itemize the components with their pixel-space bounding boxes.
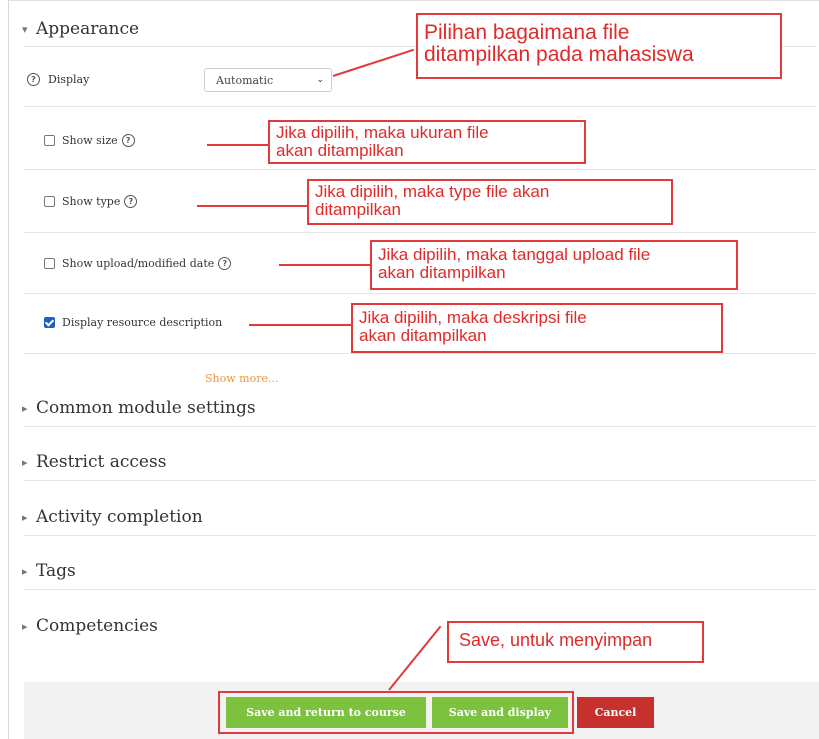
show-more-link[interactable]: Show more... [205, 372, 278, 385]
divider [24, 232, 816, 233]
show-date-label: Show upload/modified date [62, 257, 215, 270]
section-activity-completion[interactable]: ▸ Activity completion [22, 507, 203, 527]
annotation-connector-line [332, 48, 415, 77]
divider [24, 169, 816, 170]
section-label: Restrict access [36, 452, 167, 472]
divider [24, 293, 816, 294]
show-date-option: Show upload/modified date ? [44, 257, 232, 270]
divider [24, 480, 816, 481]
section-restrict-access[interactable]: ▸ Restrict access [22, 452, 166, 472]
show-description-option: Display resource description [44, 316, 222, 329]
show-date-checkbox[interactable] [44, 258, 55, 269]
annotation-connector-line [207, 144, 272, 146]
section-common-module-settings[interactable]: ▸ Common module settings [22, 398, 256, 418]
show-description-checkbox[interactable] [44, 317, 55, 328]
annotation-save: Save, untuk menyimpan [447, 621, 704, 663]
save-buttons-highlight [218, 691, 574, 734]
chevron-down-icon: ⌄ [316, 75, 324, 85]
annotation-show-type: Jika dipilih, maka type file akan ditamp… [307, 179, 673, 225]
annotation-show-description: Jika dipilih, maka deskripsi file akan d… [351, 303, 723, 353]
collapsed-triangle-icon: ▸ [22, 510, 28, 524]
section-appearance-label: Appearance [36, 19, 140, 39]
show-type-option: Show type ? [44, 195, 138, 208]
annotation-display: Pilihan bagaimana file ditampilkan pada … [416, 13, 782, 79]
section-tags[interactable]: ▸ Tags [22, 561, 76, 581]
section-label: Activity completion [36, 507, 203, 527]
collapsed-triangle-icon: ▸ [22, 401, 28, 415]
help-icon[interactable]: ? [121, 134, 135, 147]
section-label: Tags [36, 561, 76, 581]
section-label: Common module settings [36, 398, 256, 418]
cancel-button[interactable]: Cancel [577, 697, 654, 728]
help-icon[interactable]: ? [218, 257, 232, 270]
show-size-checkbox[interactable] [44, 135, 55, 146]
collapsed-triangle-icon: ▸ [22, 455, 28, 469]
top-border [8, 0, 819, 1]
show-description-label: Display resource description [62, 316, 223, 329]
annotation-show-size: Jika dipilih, maka ukuran file akan dita… [268, 120, 586, 164]
divider [24, 426, 816, 427]
help-icon[interactable]: ? [27, 73, 40, 86]
divider [24, 353, 816, 354]
section-competencies[interactable]: ▸ Competencies [22, 616, 158, 636]
collapsed-triangle-icon: ▸ [22, 564, 28, 578]
display-select[interactable]: Automatic ⌄ [204, 68, 332, 92]
annotation-connector-line [249, 324, 351, 326]
help-icon[interactable]: ? [124, 195, 138, 208]
collapsed-triangle-icon: ▸ [22, 619, 28, 633]
show-type-label: Show type [62, 195, 121, 208]
section-label: Competencies [36, 616, 158, 636]
display-select-value: Automatic [216, 73, 274, 87]
display-label: Display [48, 73, 90, 86]
annotation-show-date: Jika dipilih, maka tanggal upload file a… [370, 240, 738, 290]
show-size-label: Show size [62, 134, 118, 147]
section-appearance[interactable]: ▾ Appearance [22, 19, 139, 39]
divider [24, 106, 816, 107]
expanded-triangle-icon: ▾ [22, 22, 28, 36]
divider [24, 589, 816, 590]
annotation-connector-line [279, 264, 370, 266]
left-border [8, 0, 9, 739]
divider [24, 535, 816, 536]
annotation-connector-line [388, 625, 442, 691]
show-type-checkbox[interactable] [44, 196, 55, 207]
display-label-group: ? Display [27, 73, 89, 86]
show-size-option: Show size ? [44, 134, 135, 147]
annotation-connector-line [197, 205, 307, 207]
